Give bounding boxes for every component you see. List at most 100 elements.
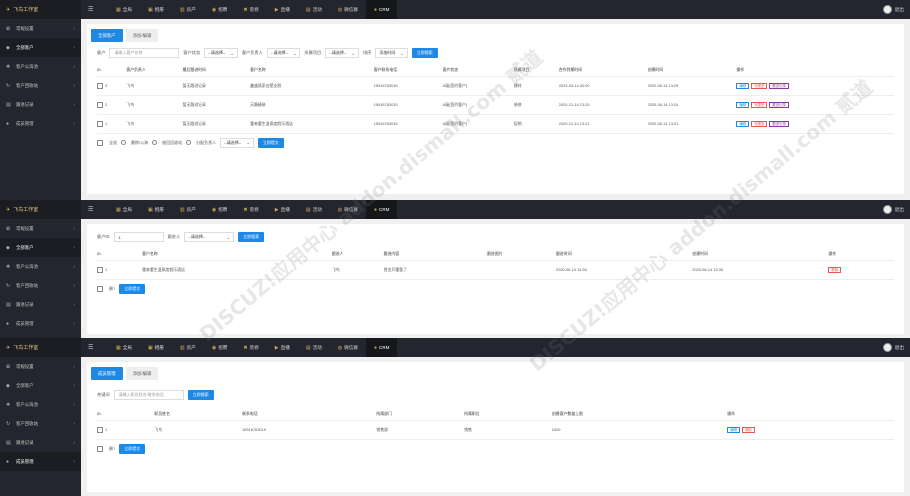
nav-item-6[interactable]: ▤ 活动 — [298, 200, 330, 219]
user-menu[interactable]: 退出 — [882, 5, 904, 14]
select-all-checkbox[interactable] — [97, 139, 103, 146]
chevron-right-icon: › — [73, 420, 75, 427]
nav-item-7[interactable]: ◍ 微信群 — [330, 0, 366, 19]
submit-button[interactable]: 立即提交 — [119, 443, 146, 454]
radio-recycle[interactable] — [152, 140, 158, 145]
add-follow-button[interactable]: 写跟进 — [751, 82, 768, 89]
select-all-checkbox[interactable] — [97, 285, 103, 292]
sidebar-item-4[interactable]: ▤ 跟进记录 › — [0, 433, 81, 452]
sidebar-item-0[interactable]: ✿ 常规设置 › — [0, 357, 81, 376]
sidebar-item-0[interactable]: ✿ 常规设置 › — [0, 219, 81, 238]
nav-item-7[interactable]: ◍ 微信群 — [330, 338, 366, 357]
nav-item-4[interactable]: ✖ 装修 — [235, 0, 266, 19]
row-checkbox[interactable] — [97, 101, 103, 108]
radio-delete[interactable] — [121, 140, 126, 145]
nav-item-8[interactable]: ● CRM — [365, 338, 398, 357]
tab-all-customers[interactable]: 全部客户 — [91, 29, 123, 42]
nav-item-5[interactable]: ▶ 直播 — [267, 200, 298, 219]
tab-add-edit[interactable]: 添加/编辑 — [125, 29, 159, 42]
submit-button[interactable]: 立即提交 — [119, 283, 146, 294]
select-all-checkbox[interactable] — [97, 445, 103, 452]
nav-item-2[interactable]: ▥ 房产 — [172, 200, 204, 219]
nav-item-6[interactable]: ▤ 活动 — [298, 0, 330, 19]
nav-item-5[interactable]: ▶ 直播 — [267, 0, 298, 19]
sidebar-item-0[interactable]: ✿ 常规设置 › — [0, 19, 81, 38]
nav-item-2[interactable]: ▥ 房产 — [172, 0, 204, 19]
edit-button[interactable]: 编辑 — [736, 120, 750, 127]
delete-button[interactable]: 删除 — [742, 426, 755, 433]
app-logo[interactable]: ✈ 飞鸟工作室 — [0, 0, 81, 19]
follow-record-button[interactable]: 跟进记录 — [769, 82, 789, 89]
status-select[interactable]: --请选择-- ⌄ — [204, 48, 238, 58]
chat-icon: ◍ — [337, 344, 343, 351]
nav-item-3[interactable]: ◉ 招聘 — [204, 338, 236, 357]
owner-select[interactable]: --请选择-- ⌄ — [266, 48, 301, 58]
sidebar-item-1[interactable]: ◆ 全部客户 › — [0, 376, 81, 395]
menu-icon[interactable]: ☰ — [88, 6, 93, 13]
sidebar-item-3[interactable]: ↻ 客户回收站 › — [0, 76, 81, 95]
follower-select[interactable]: --请选择-- ⌄ — [184, 232, 235, 242]
sidebar-item-2[interactable]: ✚ 客户公海池 › — [0, 395, 81, 414]
customer-search-input[interactable]: 请输入客户名称 — [109, 48, 180, 58]
row-checkbox[interactable] — [97, 426, 103, 433]
nav-item-5[interactable]: ▶ 直播 — [267, 338, 298, 357]
row-checkbox[interactable] — [97, 266, 103, 273]
sidebar-item-3[interactable]: ↻ 客户回收站 › — [0, 276, 81, 295]
user-icon: ● — [373, 6, 377, 13]
sidebar-item-3[interactable]: ↻ 客户回收站 › — [0, 414, 81, 433]
app-logo[interactable]: ✈ 飞鸟工作室 — [0, 200, 81, 219]
nav-item-4[interactable]: ✖ 装修 — [235, 200, 266, 219]
nav-item-3[interactable]: ◉ 招聘 — [204, 0, 236, 19]
nav-item-7[interactable]: ◍ 微信群 — [330, 200, 366, 219]
add-follow-button[interactable]: 写跟进 — [751, 120, 768, 127]
menu-icon[interactable]: ☰ — [88, 206, 93, 213]
menu-icon[interactable]: ☰ — [88, 344, 93, 351]
keyword-input[interactable]: 请输入职员姓名/联系电话 — [113, 390, 184, 400]
nav-item-8[interactable]: ● CRM — [365, 0, 398, 19]
edit-button[interactable]: 编辑 — [736, 101, 750, 108]
row-checkbox[interactable] — [97, 82, 103, 89]
customer-id-input[interactable]: 1 — [113, 232, 164, 242]
row-checkbox[interactable] — [97, 120, 103, 127]
nav-item-1[interactable]: ▣ 相册 — [140, 338, 172, 357]
follow-record-button[interactable]: 跟进记录 — [769, 120, 789, 127]
follow-record-button[interactable]: 跟进记录 — [769, 101, 789, 108]
edit-button[interactable]: 编辑 — [727, 426, 741, 433]
edit-button[interactable]: 编辑 — [736, 82, 750, 89]
nav-item-2[interactable]: ▥ 房产 — [172, 338, 204, 357]
app-logo[interactable]: ✈ 飞鸟工作室 — [0, 338, 81, 357]
delete-button[interactable]: 删除 — [828, 266, 842, 273]
user-menu[interactable]: 退出 — [882, 205, 904, 214]
add-follow-button[interactable]: 写跟进 — [751, 101, 768, 108]
sidebar-item-1[interactable]: ◆ 全部客户 › — [0, 38, 81, 57]
nav-item-6[interactable]: ▤ 活动 — [298, 338, 330, 357]
tab-add-edit[interactable]: 添加/编辑 — [125, 367, 159, 380]
search-button[interactable]: 立即搜索 — [411, 48, 438, 58]
tab-members[interactable]: 成员管理 — [91, 367, 123, 380]
search-button[interactable]: 立即搜索 — [238, 232, 265, 242]
sidebar-item-4[interactable]: ▤ 跟进记录 › — [0, 95, 81, 114]
nav-item-0[interactable]: ▦ 全局 — [108, 200, 140, 219]
sidebar-item-1[interactable]: ◆ 全部客户 › — [0, 238, 81, 257]
nav-item-8[interactable]: ● CRM — [365, 200, 398, 219]
sidebar-item-2[interactable]: ✚ 客户公海池 › — [0, 57, 81, 76]
sidebar-item-2[interactable]: ✚ 客户公海池 › — [0, 257, 81, 276]
nav-item-4[interactable]: ✖ 装修 — [235, 338, 266, 357]
nav-item-0[interactable]: ▦ 全局 — [108, 0, 140, 19]
nav-item-3[interactable]: ◉ 招聘 — [204, 200, 236, 219]
nav-item-1[interactable]: ▣ 相册 — [140, 200, 172, 219]
user-menu[interactable]: 退出 — [882, 343, 904, 352]
sidebar-item-5[interactable]: ● 成员管理 › — [0, 314, 81, 333]
briefcase-icon: ◉ — [211, 6, 217, 13]
nav-item-1[interactable]: ▣ 相册 — [140, 0, 172, 19]
search-button[interactable]: 立即搜索 — [187, 390, 214, 400]
project-select[interactable]: --请选择-- ⌄ — [325, 48, 359, 58]
sidebar-item-4[interactable]: ▤ 跟进记录 › — [0, 295, 81, 314]
submit-button[interactable]: 立即提交 — [257, 137, 284, 148]
assign-select[interactable]: --请选择-- ⌄ — [220, 137, 254, 148]
nav-item-0[interactable]: ▦ 全局 — [108, 338, 140, 357]
radio-assign[interactable] — [186, 140, 192, 145]
sort-select[interactable]: 添加时间 ⌄ — [375, 48, 408, 58]
sidebar-item-5[interactable]: ● 成员管理 › — [0, 114, 81, 133]
sidebar-item-5[interactable]: ● 成员管理 › — [0, 452, 81, 471]
